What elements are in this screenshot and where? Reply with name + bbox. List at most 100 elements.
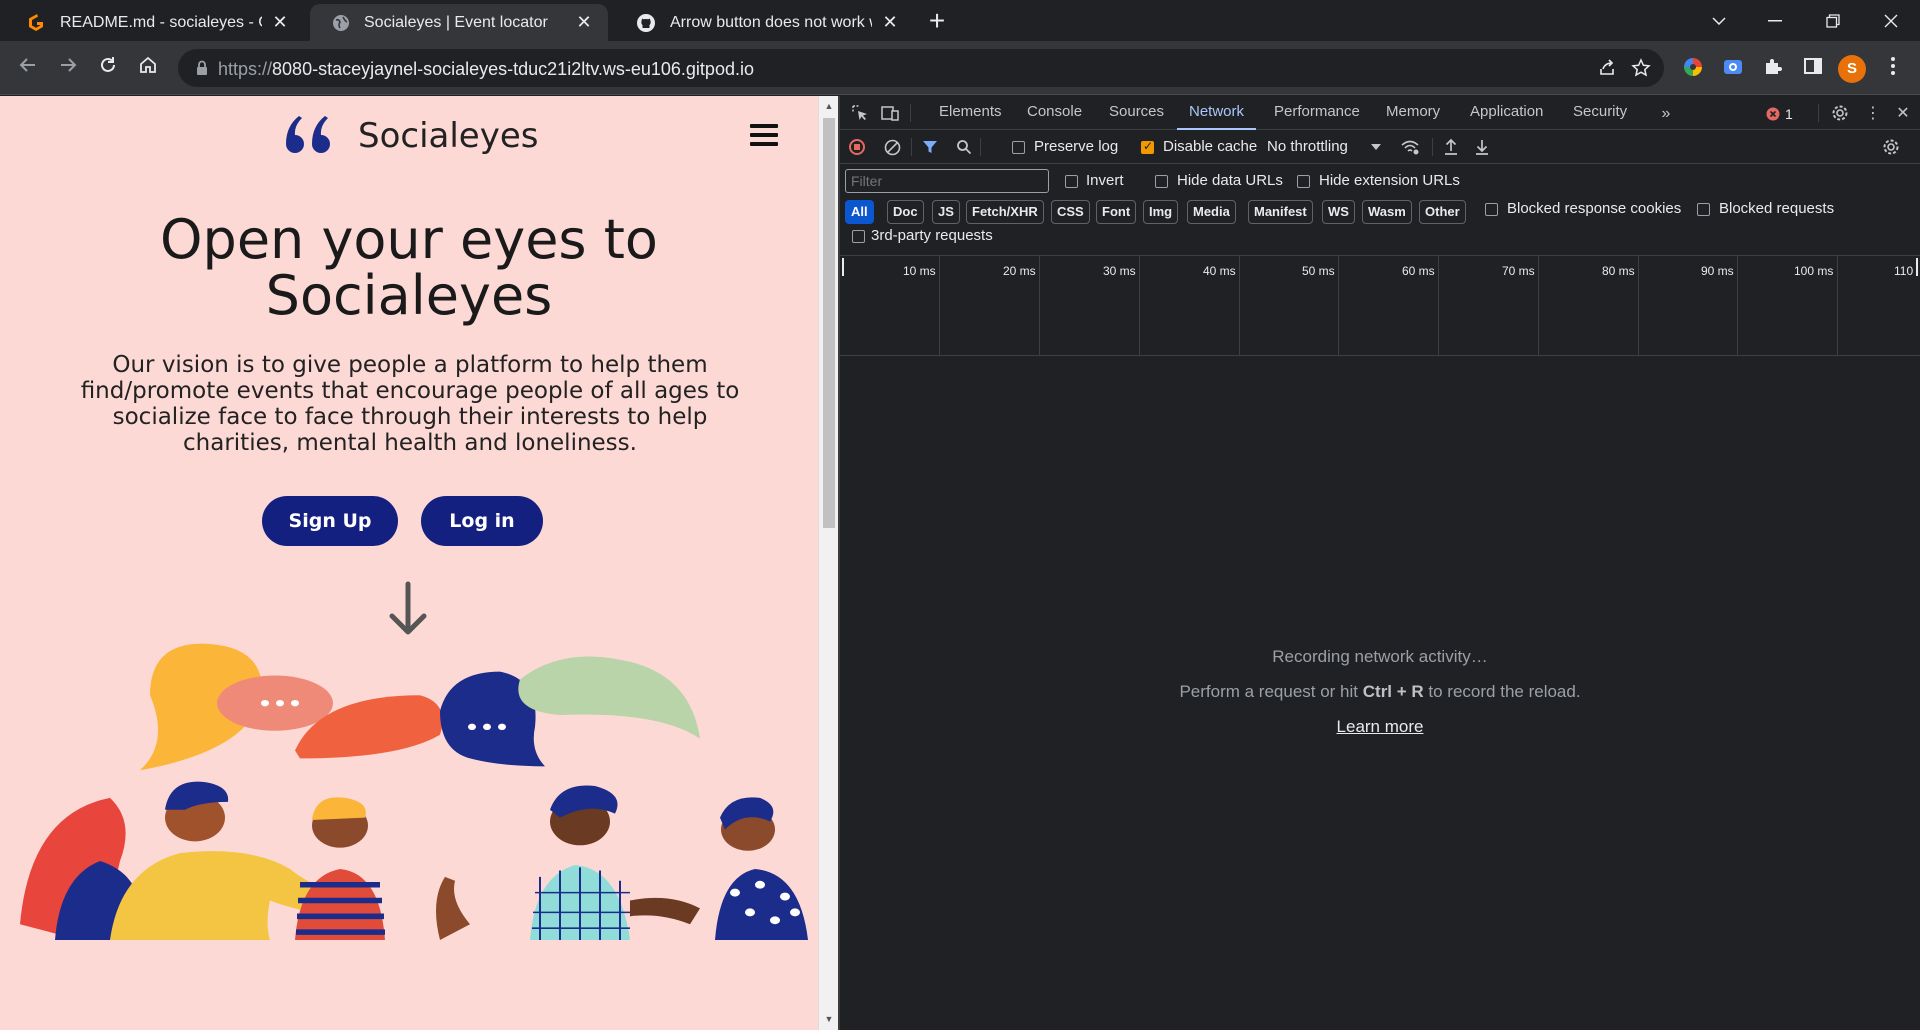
reload-hint-suffix: to record the reload. bbox=[1423, 682, 1581, 701]
device-toolbar-icon[interactable] bbox=[880, 104, 900, 124]
preserve-log-checkbox[interactable] bbox=[1012, 141, 1025, 154]
devtools-tab-network[interactable]: Network bbox=[1177, 96, 1257, 130]
close-icon[interactable]: ✕ bbox=[880, 12, 900, 33]
filter-chip-other[interactable]: Other bbox=[1419, 200, 1466, 224]
error-count: 1 bbox=[1785, 106, 1793, 122]
filter-chip-js[interactable]: JS bbox=[932, 200, 960, 224]
devtools-tab-memory[interactable]: Memory bbox=[1386, 96, 1440, 130]
log-in-button[interactable]: Log in bbox=[421, 496, 543, 546]
close-icon[interactable]: ✕ bbox=[270, 12, 290, 33]
color-picker-extension-icon[interactable] bbox=[1680, 56, 1706, 82]
hide-extension-urls-checkbox[interactable] bbox=[1297, 175, 1310, 188]
share-icon[interactable] bbox=[1596, 58, 1618, 80]
close-window-button[interactable] bbox=[1862, 0, 1920, 41]
settings-gear-icon[interactable] bbox=[1830, 104, 1850, 124]
filter-chip-manifest[interactable]: Manifest bbox=[1248, 200, 1313, 224]
filter-chip-doc[interactable]: Doc bbox=[887, 200, 924, 224]
scroll-up-arrow-icon[interactable]: ▲ bbox=[824, 101, 834, 111]
new-tab-button[interactable]: + bbox=[922, 6, 952, 36]
tick bbox=[1638, 256, 1639, 356]
tab-search-button[interactable] bbox=[1690, 0, 1748, 41]
filter-chip-wasm[interactable]: Wasm bbox=[1362, 200, 1412, 224]
profile-avatar[interactable]: S bbox=[1838, 55, 1866, 83]
record-stop-icon[interactable] bbox=[849, 139, 865, 155]
learn-more-link[interactable]: Learn more bbox=[1337, 717, 1424, 736]
devtools-tab-sources[interactable]: Sources bbox=[1109, 96, 1164, 130]
back-button[interactable] bbox=[14, 54, 42, 82]
browser-toolbar: https://8080-staceyjaynel-socialeyes-tdu… bbox=[0, 41, 1920, 95]
invert-checkbox[interactable] bbox=[1065, 175, 1078, 188]
clear-icon[interactable] bbox=[884, 139, 901, 160]
disable-cache-checkbox[interactable] bbox=[1141, 139, 1154, 154]
filter-chip-all[interactable]: All bbox=[845, 200, 874, 224]
reload-hint-prefix: Perform a request or hit bbox=[1179, 682, 1363, 701]
extensions-puzzle-icon[interactable] bbox=[1760, 56, 1786, 82]
devtools-tab-performance[interactable]: Performance bbox=[1274, 96, 1360, 130]
site-logo[interactable]: 66 Socialeyes bbox=[282, 108, 538, 164]
close-devtools-icon[interactable]: ✕ bbox=[1893, 104, 1913, 124]
reload-button[interactable] bbox=[94, 54, 122, 82]
import-har-upload-icon[interactable] bbox=[1443, 138, 1459, 160]
inspect-element-icon[interactable] bbox=[850, 104, 870, 124]
blocked-requests-label: Blocked requests bbox=[1719, 200, 1835, 217]
bookmark-star-icon[interactable] bbox=[1630, 58, 1652, 80]
restore-button[interactable] bbox=[1804, 0, 1862, 41]
timeline-start-handle[interactable] bbox=[842, 258, 844, 276]
filter-chip-media[interactable]: Media bbox=[1187, 200, 1236, 224]
close-icon[interactable]: ✕ bbox=[574, 12, 594, 33]
export-har-download-icon[interactable] bbox=[1474, 138, 1490, 160]
lock-icon[interactable] bbox=[192, 58, 212, 78]
hide-data-urls-checkbox[interactable] bbox=[1155, 175, 1168, 188]
scroll-down-arrow-icon[interactable]: ▼ bbox=[824, 1014, 834, 1024]
hamburger-menu-icon[interactable] bbox=[750, 124, 778, 146]
filter-input[interactable] bbox=[845, 169, 1049, 193]
sign-up-button[interactable]: Sign Up bbox=[262, 496, 398, 546]
learn-more-container: Learn more bbox=[840, 717, 1920, 737]
filter-chip-ws[interactable]: WS bbox=[1322, 200, 1355, 224]
browser-tab-github[interactable]: Arrow button does not work wh ✕ bbox=[614, 4, 914, 41]
minimize-button[interactable] bbox=[1746, 0, 1804, 41]
arrow-down-icon[interactable] bbox=[386, 580, 430, 640]
browser-tab-socialeyes[interactable]: Socialeyes | Event locator ✕ bbox=[310, 4, 608, 41]
restore-icon bbox=[1826, 13, 1840, 28]
filter-funnel-icon[interactable] bbox=[922, 139, 938, 159]
home-button[interactable] bbox=[134, 54, 162, 82]
devtools-tab-application[interactable]: Application bbox=[1470, 96, 1543, 130]
network-timeline-overview[interactable]: 10 ms 20 ms 30 ms 40 ms 50 ms 60 ms 70 m… bbox=[840, 256, 1920, 356]
devtools-tab-security[interactable]: Security bbox=[1573, 96, 1627, 130]
devtools-tab-console[interactable]: Console bbox=[1027, 96, 1082, 130]
dropdown-caret-icon[interactable] bbox=[1371, 144, 1381, 150]
search-icon[interactable] bbox=[956, 139, 972, 159]
hero-title-line-1: Open your eyes to bbox=[160, 208, 658, 271]
side-panel-icon[interactable] bbox=[1800, 56, 1826, 82]
screen-capture-extension-icon[interactable] bbox=[1720, 56, 1746, 82]
reload-shortcut: Ctrl + R bbox=[1362, 682, 1424, 701]
scrollbar-thumb[interactable] bbox=[823, 118, 835, 528]
browser-menu-icon[interactable] bbox=[1880, 56, 1906, 82]
page-scrollbar[interactable]: ▲ ▼ bbox=[818, 96, 838, 1030]
arrow-right-icon bbox=[61, 58, 77, 72]
timeline-end-handle[interactable] bbox=[1916, 258, 1918, 276]
timeline-tick-label: 60 ms bbox=[1402, 264, 1435, 278]
timeline-tick-label: 40 ms bbox=[1203, 264, 1236, 278]
blocked-response-cookies-checkbox[interactable] bbox=[1485, 203, 1498, 216]
blocked-requests-checkbox[interactable] bbox=[1697, 203, 1710, 216]
tick bbox=[1837, 256, 1838, 356]
timeline-tick-label: 100 ms bbox=[1794, 264, 1834, 278]
filter-chip-font[interactable]: Font bbox=[1096, 200, 1137, 224]
address-bar[interactable]: https://8080-staceyjaynel-socialeyes-tdu… bbox=[178, 49, 1664, 87]
filter-chip-fetch-xhr[interactable]: Fetch/XHR bbox=[966, 200, 1044, 224]
throttling-select[interactable]: No throttling bbox=[1267, 138, 1348, 155]
forward-button[interactable] bbox=[54, 54, 82, 82]
third-party-requests-checkbox[interactable] bbox=[852, 230, 865, 243]
error-counter[interactable]: 1 bbox=[1766, 104, 1793, 124]
network-settings-gear-icon[interactable] bbox=[1882, 138, 1900, 160]
filter-chip-css[interactable]: CSS bbox=[1051, 200, 1090, 224]
devtools-menu-icon[interactable]: ⋮ bbox=[1863, 104, 1883, 124]
browser-tab-gitpod[interactable]: README.md - socialeyes - Gitpod ✕ bbox=[4, 4, 304, 41]
devtools-tab-elements[interactable]: Elements bbox=[939, 96, 1002, 130]
filter-chip-img[interactable]: Img bbox=[1143, 200, 1179, 224]
network-conditions-wifi-icon[interactable] bbox=[1400, 138, 1420, 160]
more-tabs-chevron-icon[interactable]: » bbox=[1656, 104, 1676, 124]
timeline-tick-label: 50 ms bbox=[1302, 264, 1335, 278]
